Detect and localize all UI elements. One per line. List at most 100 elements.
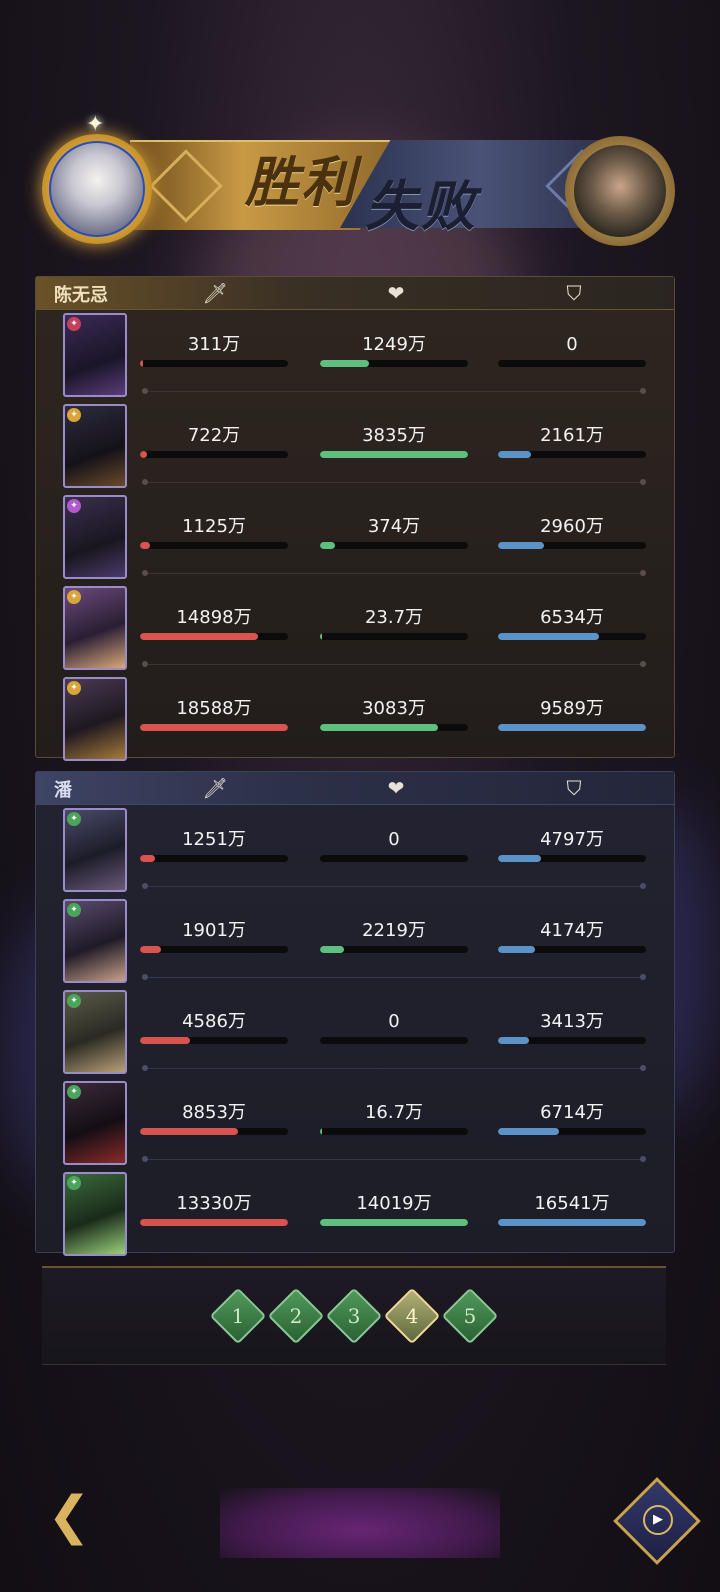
hero-stat-row: ✦ 13330万 14019万 16541万 xyxy=(36,1168,674,1258)
tank-bar-fill xyxy=(498,1219,646,1226)
damage-bar-fill xyxy=(140,360,143,367)
tank-bar-fill xyxy=(498,724,646,731)
heal-stat: 3083万 xyxy=(320,697,468,731)
hero-card[interactable]: ✦ xyxy=(63,899,127,983)
tank-bar-fill xyxy=(498,451,531,458)
hero-card[interactable]: ✦ xyxy=(63,677,127,761)
hero-card[interactable]: ✦ xyxy=(63,404,127,488)
damage-bar xyxy=(140,633,288,640)
round-page-label: 1 xyxy=(231,1304,245,1328)
row-divider xyxy=(142,570,646,576)
team-name: 陈无忌 xyxy=(54,285,108,306)
tank-bar-fill xyxy=(498,1128,559,1135)
damage-value: 1251万 xyxy=(182,829,246,850)
damage-value: 14898万 xyxy=(176,607,252,628)
hero-card[interactable]: ✦ xyxy=(63,808,127,892)
damage-stat: 722万 xyxy=(140,424,288,458)
damage-bar xyxy=(140,1128,288,1135)
round-page-button-1[interactable]: 1 xyxy=(209,1287,267,1345)
heal-bar xyxy=(320,451,468,458)
hero-card[interactable]: ✦ xyxy=(63,313,127,397)
faction-badge-icon: ✦ xyxy=(67,1085,81,1099)
hero-card[interactable]: ✦ xyxy=(63,495,127,579)
tank-bar xyxy=(498,1128,646,1135)
heal-value: 374万 xyxy=(367,516,421,537)
row-divider xyxy=(142,479,646,485)
lose-title: 失败 xyxy=(365,174,477,238)
play-icon[interactable]: ▶ xyxy=(643,1505,673,1535)
tank-value: 9589万 xyxy=(540,698,604,719)
hero-card[interactable]: ✦ xyxy=(63,586,127,670)
sword-icon: 🗡 xyxy=(202,281,228,305)
heal-bar-fill xyxy=(320,724,439,731)
confirm-button[interactable] xyxy=(220,1488,500,1558)
tank-value: 6714万 xyxy=(540,1102,604,1123)
damage-bar-fill xyxy=(140,633,259,640)
damage-stat: 8853万 xyxy=(140,1101,288,1135)
heal-stat: 1249万 xyxy=(320,333,468,367)
damage-stat: 18588万 xyxy=(140,697,288,731)
tank-bar xyxy=(498,946,646,953)
back-arrow-icon[interactable]: ❮ xyxy=(32,1486,106,1550)
heal-bar-fill xyxy=(320,360,369,367)
loser-avatar[interactable] xyxy=(565,136,675,246)
heal-value: 3835万 xyxy=(362,425,426,446)
damage-bar xyxy=(140,360,288,367)
tank-bar-fill xyxy=(498,946,535,953)
faction-badge-icon: ✦ xyxy=(67,903,81,917)
damage-bar-fill xyxy=(140,724,288,731)
faction-badge-icon: ✦ xyxy=(67,812,81,826)
hero-card[interactable]: ✦ xyxy=(63,990,127,1074)
hero-stat-row: ✦ 4586万 0 3413万 xyxy=(36,986,674,1076)
team-name: 潘 xyxy=(54,780,72,801)
hero-stat-row: ✦ 722万 3835万 2161万 xyxy=(36,400,674,490)
tank-value: 2960万 xyxy=(540,516,604,537)
heal-bar xyxy=(320,946,468,953)
tank-stat: 0 xyxy=(498,333,646,367)
tank-value: 4174万 xyxy=(540,920,604,941)
heal-bar xyxy=(320,1037,468,1044)
tank-bar xyxy=(498,542,646,549)
damage-bar xyxy=(140,855,288,862)
faction-badge-icon: ✦ xyxy=(67,499,81,513)
hero-card[interactable]: ✦ xyxy=(63,1172,127,1256)
hero-card[interactable]: ✦ xyxy=(63,1081,127,1165)
round-page-button-5[interactable]: 5 xyxy=(441,1287,499,1345)
winner-avatar[interactable] xyxy=(42,134,152,244)
hero-stat-row: ✦ 1901万 2219万 4174万 xyxy=(36,895,674,985)
loser-portrait xyxy=(574,145,666,237)
damage-value: 311万 xyxy=(187,334,241,355)
round-page-label: 5 xyxy=(463,1304,477,1328)
tank-bar-fill xyxy=(498,542,544,549)
damage-bar-fill xyxy=(140,946,161,953)
tank-stat: 9589万 xyxy=(498,697,646,731)
damage-bar xyxy=(140,946,288,953)
tank-stat: 4174万 xyxy=(498,919,646,953)
damage-stat: 14898万 xyxy=(140,606,288,640)
faction-badge-icon: ✦ xyxy=(67,994,81,1008)
tank-stat: 4797万 xyxy=(498,828,646,862)
heal-bar xyxy=(320,1128,468,1135)
round-page-button-2[interactable]: 2 xyxy=(267,1287,325,1345)
heal-value: 3083万 xyxy=(362,698,426,719)
damage-value: 1901万 xyxy=(182,920,246,941)
heal-bar xyxy=(320,542,468,549)
row-divider xyxy=(142,1065,646,1071)
heal-value: 14019万 xyxy=(356,1193,432,1214)
heal-value: 0 xyxy=(388,1011,400,1032)
damage-bar-fill xyxy=(140,1219,288,1226)
hero-stat-row: ✦ 18588万 3083万 9589万 xyxy=(36,673,674,763)
round-page-button-3[interactable]: 3 xyxy=(325,1287,383,1345)
damage-value: 722万 xyxy=(187,425,241,446)
heal-stat: 3835万 xyxy=(320,424,468,458)
tank-bar xyxy=(498,1037,646,1044)
damage-value: 8853万 xyxy=(182,1102,246,1123)
heal-value: 1249万 xyxy=(362,334,426,355)
heal-bar-fill xyxy=(320,542,335,549)
heal-stat: 374万 xyxy=(320,515,468,549)
tank-value: 6534万 xyxy=(540,607,604,628)
round-page-button-4[interactable]: 4 xyxy=(383,1287,441,1345)
tank-stat: 6534万 xyxy=(498,606,646,640)
tank-stat: 16541万 xyxy=(498,1192,646,1226)
tank-bar xyxy=(498,1219,646,1226)
